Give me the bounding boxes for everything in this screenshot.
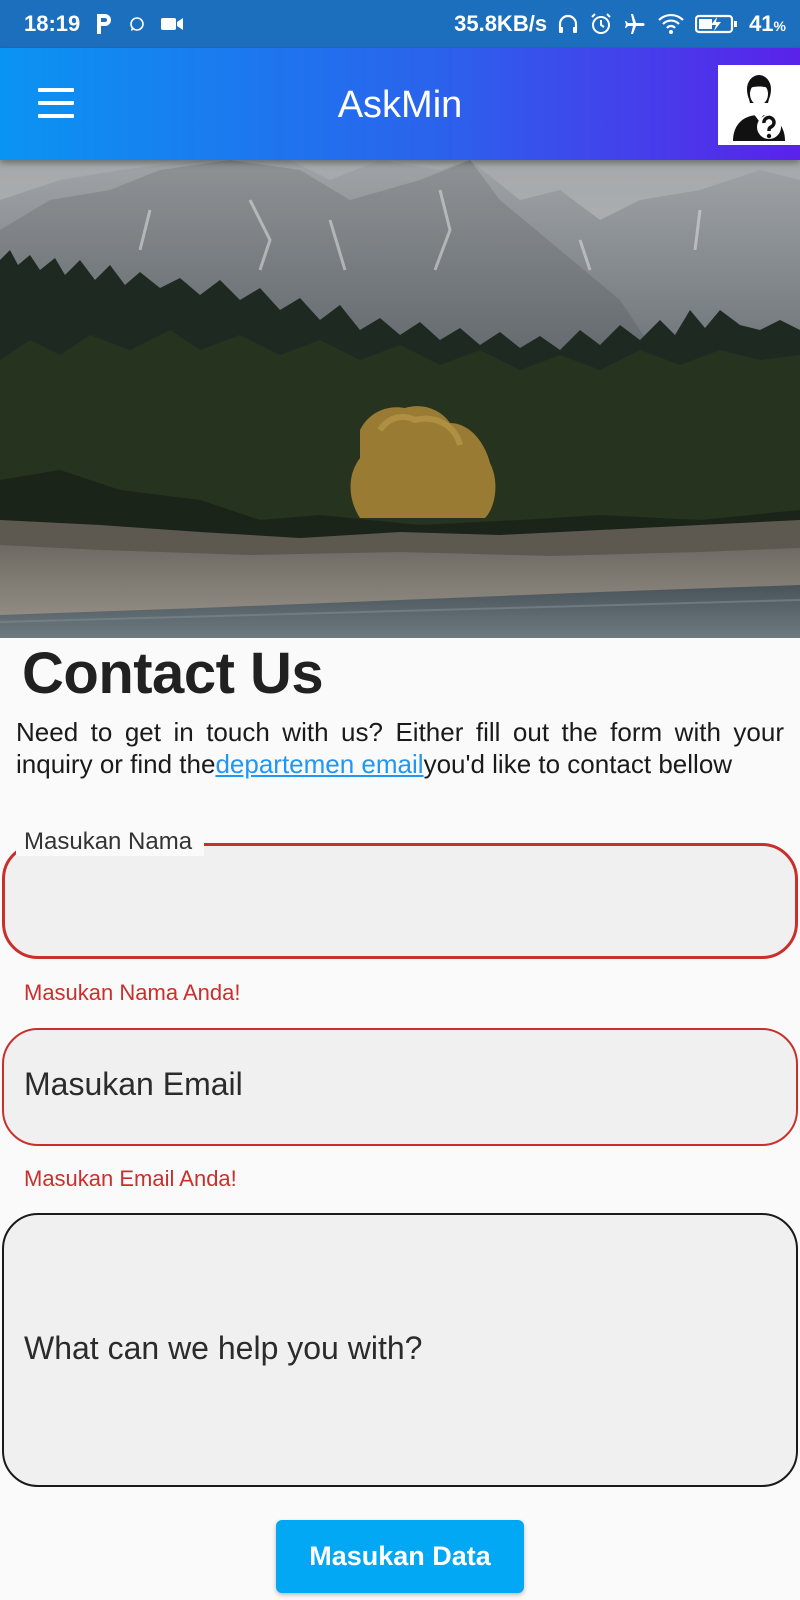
status-time: 18:19 bbox=[24, 11, 81, 36]
user-question-icon[interactable] bbox=[718, 65, 800, 145]
intro-text: Need to get in touch with us? Either fil… bbox=[16, 716, 784, 780]
name-input[interactable] bbox=[2, 843, 798, 959]
page-title: Contact Us bbox=[22, 641, 324, 706]
app-bar: AskMin bbox=[0, 48, 800, 160]
departemen-email-link[interactable]: departemen email bbox=[215, 749, 423, 779]
status-bar: 18:19 35.8KB/s 41% bbox=[0, 0, 800, 48]
wifi-icon bbox=[657, 13, 685, 35]
email-error-text: Masukan Email Anda! bbox=[24, 1166, 237, 1191]
hero-landscape-image bbox=[0, 160, 800, 638]
network-speed: 35.8KB/s bbox=[454, 11, 548, 36]
intro-text-end: you'd like to contact bellow bbox=[423, 749, 733, 779]
video-icon bbox=[160, 15, 184, 33]
whatsapp-icon bbox=[128, 15, 146, 33]
battery-level: 41 bbox=[749, 11, 774, 36]
submit-button[interactable]: Masukan Data bbox=[276, 1520, 524, 1593]
battery-unit: % bbox=[773, 18, 786, 34]
airplane-icon bbox=[623, 12, 647, 36]
app-title: AskMin bbox=[337, 84, 463, 126]
alarm-icon bbox=[589, 12, 613, 36]
headphones-icon bbox=[557, 13, 579, 35]
battery-charging-icon bbox=[695, 13, 739, 35]
name-field-label: Masukan Nama bbox=[16, 828, 205, 856]
message-placeholder: What can we help you with? bbox=[24, 1330, 423, 1366]
email-placeholder: Masukan Email bbox=[24, 1066, 243, 1102]
parking-icon bbox=[94, 12, 114, 36]
name-error-text: Masukan Nama Anda! bbox=[24, 980, 241, 1005]
